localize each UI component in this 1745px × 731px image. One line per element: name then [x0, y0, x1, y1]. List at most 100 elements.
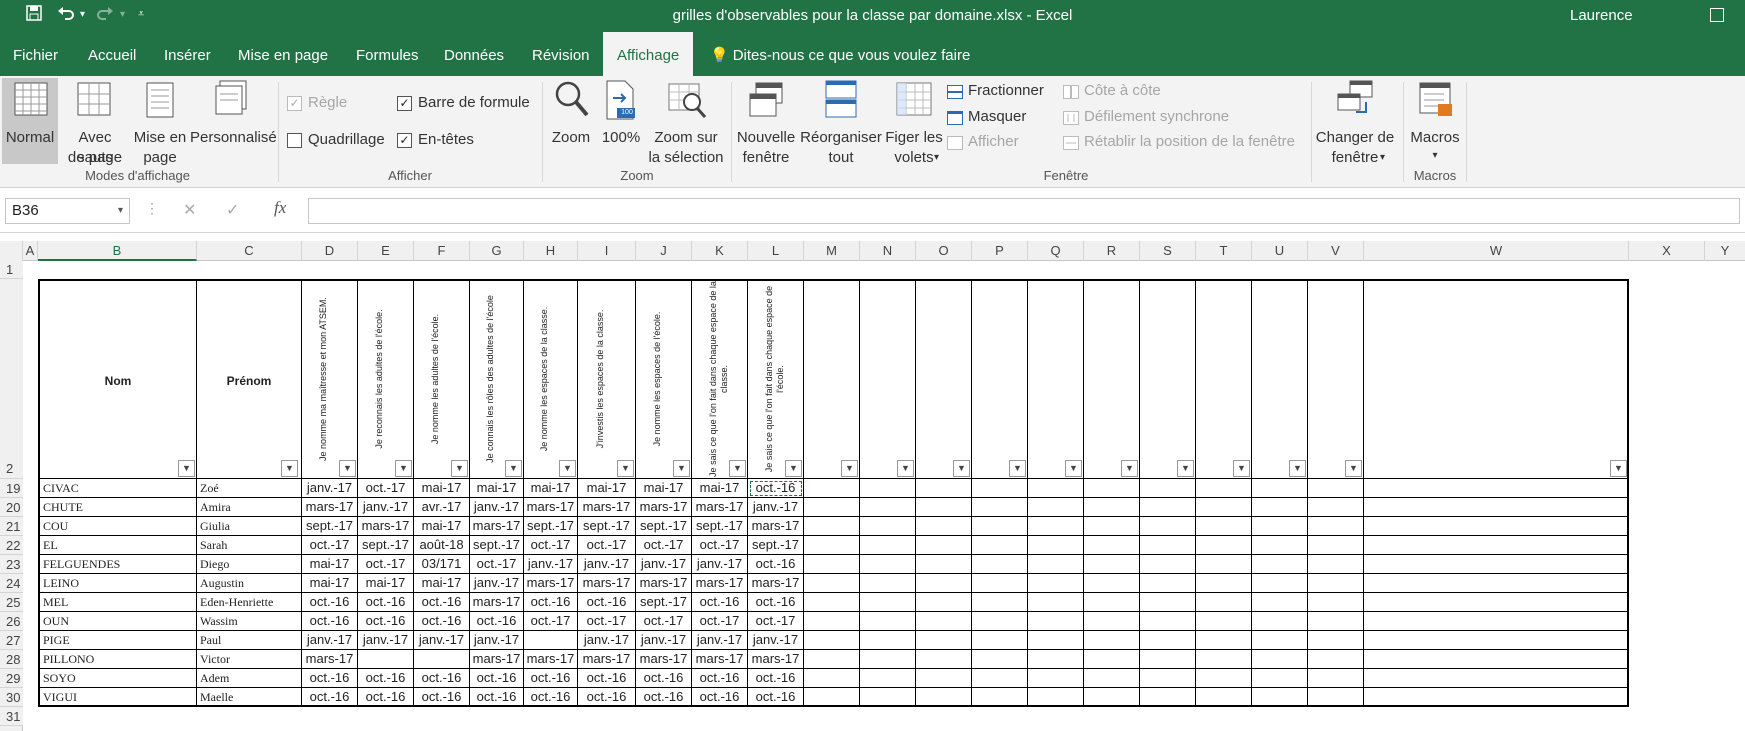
split-button[interactable]: Fractionner: [968, 82, 1044, 99]
filter-button[interactable]: ▼: [1065, 460, 1082, 477]
cell-date[interactable]: oct.-17: [636, 536, 692, 555]
cell-date[interactable]: oct.-16: [748, 479, 804, 498]
cell-empty[interactable]: [1364, 669, 1629, 688]
cell-empty[interactable]: [1140, 517, 1196, 536]
cell-empty[interactable]: [1364, 574, 1629, 593]
row-header[interactable]: 31: [0, 707, 23, 726]
cell-date[interactable]: janv.-17: [470, 631, 524, 650]
cell-date[interactable]: oct.-17: [578, 536, 636, 555]
cell-empty[interactable]: [1140, 631, 1196, 650]
cell-prenom[interactable]: Diego: [197, 555, 302, 574]
cell-empty[interactable]: [1140, 650, 1196, 669]
column-header-K[interactable]: K: [692, 241, 748, 261]
cell-nom[interactable]: OUN: [38, 612, 197, 631]
column-header-N[interactable]: N: [860, 241, 916, 261]
cell-date[interactable]: janv.-17: [748, 498, 804, 517]
cell-empty[interactable]: [1140, 593, 1196, 612]
cell-empty[interactable]: [916, 479, 972, 498]
cell-date[interactable]: oct.-16: [302, 593, 358, 612]
cell-empty[interactable]: [1308, 631, 1364, 650]
user-name[interactable]: Laurence: [1570, 7, 1633, 24]
row-header[interactable]: 25: [0, 593, 23, 612]
cell-empty[interactable]: [804, 612, 860, 631]
cell-date[interactable]: oct.-16: [358, 612, 414, 631]
cell-date[interactable]: mars-17: [578, 498, 636, 517]
header-empty[interactable]: ▼: [1196, 279, 1252, 479]
cell-date[interactable]: mars-17: [636, 498, 692, 517]
cell-empty[interactable]: [1252, 593, 1308, 612]
cell-empty[interactable]: [1364, 479, 1629, 498]
header-observable[interactable]: Je nomme les espaces de l'école. ▼: [636, 279, 692, 479]
cell-empty[interactable]: [860, 612, 916, 631]
cell-empty[interactable]: [1028, 631, 1084, 650]
cell-date[interactable]: mai-17: [692, 479, 748, 498]
cell-empty[interactable]: [1140, 479, 1196, 498]
cell-date[interactable]: mars-17: [302, 498, 358, 517]
cell-empty[interactable]: [804, 650, 860, 669]
cell-empty[interactable]: [1196, 555, 1252, 574]
filter-button[interactable]: ▼: [178, 460, 195, 477]
cell-empty[interactable]: [1084, 498, 1140, 517]
cell-empty[interactable]: [804, 688, 860, 707]
cell-empty[interactable]: [860, 631, 916, 650]
cell-empty[interactable]: [972, 669, 1028, 688]
header-observable[interactable]: Je reconnais les adultes de l'école. ▼: [358, 279, 414, 479]
filter-button[interactable]: ▼: [1009, 460, 1026, 477]
cell-empty[interactable]: [1196, 517, 1252, 536]
restore-window-icon[interactable]: [1710, 8, 1724, 22]
cell-empty[interactable]: [1196, 479, 1252, 498]
cell-empty[interactable]: [860, 517, 916, 536]
cell-empty[interactable]: [860, 536, 916, 555]
header-observable[interactable]: Je nomme ma maîtresse et mon ATSEM. ▼: [302, 279, 358, 479]
cell-empty[interactable]: [1252, 479, 1308, 498]
cell-nom[interactable]: FELGUENDES: [38, 555, 197, 574]
cell-empty[interactable]: [972, 574, 1028, 593]
cell-date[interactable]: oct.-16: [578, 593, 636, 612]
cell-empty[interactable]: [860, 669, 916, 688]
cell-date[interactable]: oct.-17: [358, 479, 414, 498]
cell-date[interactable]: mai-17: [302, 555, 358, 574]
cell-empty[interactable]: [1196, 593, 1252, 612]
cell-empty[interactable]: [972, 555, 1028, 574]
cell-empty[interactable]: [860, 574, 916, 593]
cell-empty[interactable]: [1028, 479, 1084, 498]
cell-empty[interactable]: [860, 498, 916, 517]
filter-button[interactable]: ▼: [1177, 460, 1194, 477]
hide-window-button[interactable]: Masquer: [968, 108, 1026, 125]
cell-empty[interactable]: [1140, 498, 1196, 517]
cell-empty[interactable]: [1140, 536, 1196, 555]
cell-date[interactable]: oct.-17: [470, 555, 524, 574]
column-header-Y[interactable]: Y: [1705, 241, 1745, 261]
cell-date[interactable]: sept.-17: [636, 593, 692, 612]
cell-date[interactable]: mai-17: [358, 574, 414, 593]
column-header-V[interactable]: V: [1308, 241, 1364, 261]
cell-date[interactable]: sept.-17: [636, 517, 692, 536]
cell-empty[interactable]: [1364, 650, 1629, 669]
cell-date[interactable]: mars-17: [470, 593, 524, 612]
cell-empty[interactable]: [1364, 688, 1629, 707]
row-header-1[interactable]: 1: [0, 261, 23, 279]
cell-empty[interactable]: [916, 688, 972, 707]
cell-date[interactable]: oct.-16: [748, 555, 804, 574]
cell-empty[interactable]: [1364, 536, 1629, 555]
header-observable[interactable]: Je sais ce que l'on fait dans chaque esp…: [692, 279, 748, 479]
cell-empty[interactable]: [1364, 498, 1629, 517]
row-header[interactable]: 28: [0, 650, 23, 669]
header-empty[interactable]: ▼: [860, 279, 916, 479]
header-observable[interactable]: Je sais ce que l'on fait dans chaque esp…: [748, 279, 804, 479]
header-observable[interactable]: Je nomme les adultes de l'école. ▼: [414, 279, 470, 479]
cell-date[interactable]: janv.-17: [358, 631, 414, 650]
filter-button[interactable]: ▼: [673, 460, 690, 477]
cell-date[interactable]: mars-17: [636, 650, 692, 669]
column-header-M[interactable]: M: [804, 241, 860, 261]
cell-date[interactable]: août-18: [414, 536, 470, 555]
cell-date[interactable]: sept.-17: [748, 536, 804, 555]
cancel-icon[interactable]: ✕: [183, 200, 196, 220]
filter-button[interactable]: ▼: [395, 460, 412, 477]
cell-empty[interactable]: [1308, 669, 1364, 688]
filter-button[interactable]: ▼: [339, 460, 356, 477]
cell-date[interactable]: janv.-17: [302, 631, 358, 650]
formula-bar-checkbox[interactable]: ✓: [397, 96, 412, 111]
cell-date[interactable]: mars-17: [748, 517, 804, 536]
cell-empty[interactable]: [1196, 498, 1252, 517]
